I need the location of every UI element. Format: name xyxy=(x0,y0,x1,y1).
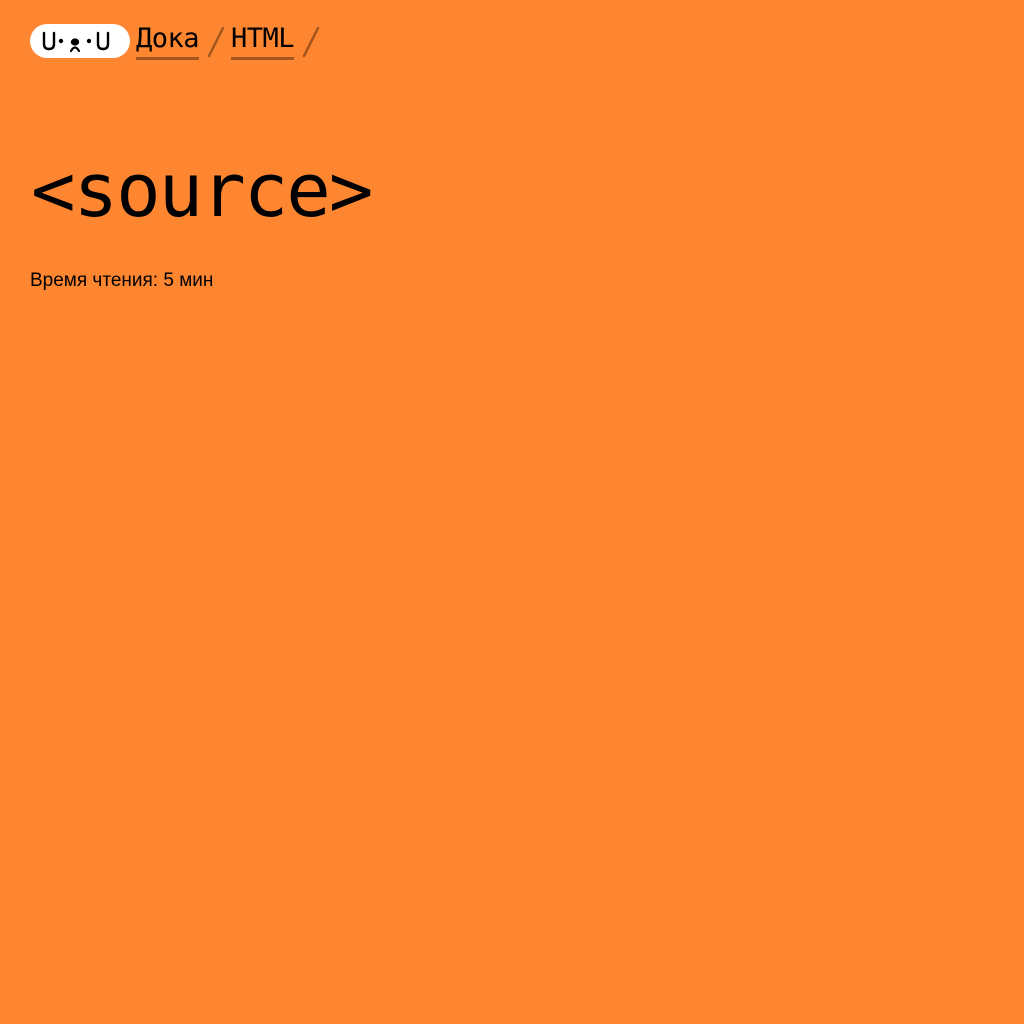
breadcrumb: Дока HTML xyxy=(30,22,320,62)
dog-face-logo-icon[interactable] xyxy=(30,24,130,58)
breadcrumb-link-html[interactable]: HTML xyxy=(231,22,295,60)
breadcrumb-link-doka[interactable]: Дока xyxy=(136,22,200,60)
reading-time: Время чтения: 5 мин xyxy=(30,270,214,291)
slash-separator-icon xyxy=(302,26,320,58)
slash-separator-icon xyxy=(207,26,225,58)
dog-face-icon xyxy=(42,31,110,53)
page-title: <source> xyxy=(31,148,373,234)
